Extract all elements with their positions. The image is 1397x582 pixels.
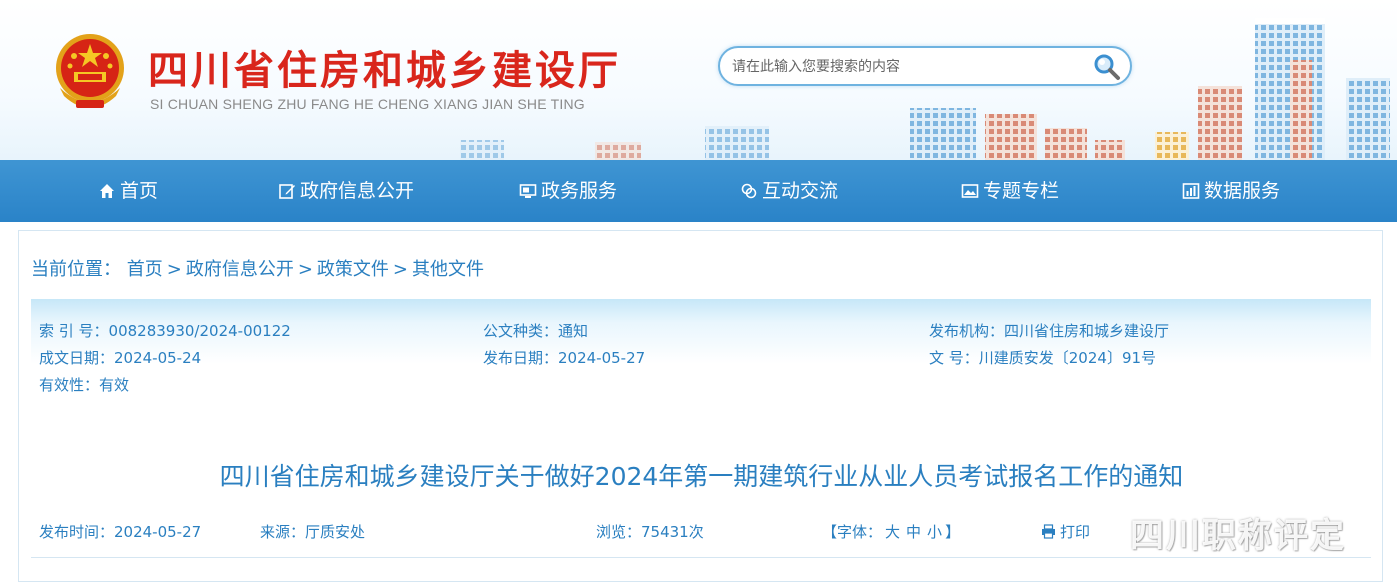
interaction-icon	[740, 182, 758, 200]
divider	[31, 557, 1371, 558]
meta-validity: 有效性：有效	[39, 376, 130, 394]
document-metadata-panel: 索 引 号：008283930/2024-00122 公文种类：通知 发布机构：…	[31, 299, 1371, 407]
publish-time: 发布时间：2024-05-27	[39, 523, 202, 541]
document-title: 四川省住房和城乡建设厅关于做好2024年第一期建筑行业从业人员考试报名工作的通知	[219, 462, 1184, 491]
nav-item-home[interactable]: 首页	[98, 160, 158, 222]
breadcrumb: 当前位置： 首页 > 政府信息公开 > 政策文件 > 其他文件	[31, 255, 484, 281]
breadcrumb-link-other-docs[interactable]: 其他文件	[412, 259, 484, 280]
city-skyline-illustration	[460, 18, 1390, 160]
font-size-label: 【字体：	[822, 523, 883, 541]
print-button[interactable]: 打印	[1041, 521, 1090, 542]
nav-item-interaction[interactable]: 互动交流	[740, 160, 838, 222]
breadcrumb-link-policy-docs[interactable]: 政策文件	[317, 259, 389, 280]
font-size-bracket-close: 】	[945, 523, 961, 541]
nav-item-gov-info[interactable]: 政府信息公开	[278, 160, 414, 222]
chart-icon	[1182, 182, 1200, 200]
watermark-text: 四川职称评定	[1130, 516, 1346, 556]
nav-label: 数据服务	[1204, 180, 1281, 202]
font-size-medium-button[interactable]: 中	[906, 523, 921, 541]
breadcrumb-link-gov-info[interactable]: 政府信息公开	[186, 259, 294, 280]
nav-label: 互动交流	[762, 180, 839, 202]
view-count: 浏览：75431次	[596, 523, 704, 541]
nav-label: 专题专栏	[983, 180, 1060, 202]
meta-publisher: 发布机构：四川省住房和城乡建设厅	[929, 322, 1170, 340]
meta-index-number: 索 引 号：008283930/2024-00122	[39, 322, 291, 340]
font-size-small-button[interactable]: 小	[927, 523, 942, 541]
site-header: 四川省住房和城乡建设厅 SI CHUAN SHENG ZHU FANG HE C…	[0, 0, 1397, 160]
image-icon	[961, 182, 979, 200]
nav-item-special-topics[interactable]: 专题专栏	[961, 160, 1059, 222]
font-size-control: 【字体：大中小】	[822, 521, 960, 542]
monitor-icon	[519, 182, 537, 200]
meta-publish-date: 发布日期：2024-05-27	[483, 349, 646, 367]
main-nav: 首页 政府信息公开 政务服务 互动交流 专题专栏 数据服务	[0, 160, 1397, 222]
printer-icon	[1042, 524, 1055, 539]
breadcrumb-label: 当前位置：	[31, 259, 121, 280]
breadcrumb-separator: >	[297, 259, 313, 280]
edit-icon	[278, 182, 296, 200]
breadcrumb-separator: >	[166, 259, 182, 280]
meta-created-date: 成文日期：2024-05-24	[39, 349, 202, 367]
nav-item-data-services[interactable]: 数据服务	[1182, 160, 1280, 222]
nav-label: 政务服务	[541, 180, 618, 202]
print-label: 打印	[1060, 523, 1091, 541]
home-icon	[98, 182, 116, 200]
breadcrumb-link-home[interactable]: 首页	[127, 259, 163, 280]
meta-document-number: 文 号：川建质安发〔2024〕91号	[929, 349, 1157, 367]
font-size-large-button[interactable]: 大	[885, 523, 900, 541]
national-emblem-logo	[50, 30, 130, 114]
breadcrumb-separator: >	[392, 259, 409, 280]
nav-label: 政府信息公开	[300, 180, 415, 202]
meta-document-type: 公文种类：通知	[483, 322, 589, 340]
nav-item-gov-services[interactable]: 政务服务	[519, 160, 617, 222]
nav-label: 首页	[120, 180, 159, 202]
document-source: 来源：厅质安处	[260, 523, 366, 541]
